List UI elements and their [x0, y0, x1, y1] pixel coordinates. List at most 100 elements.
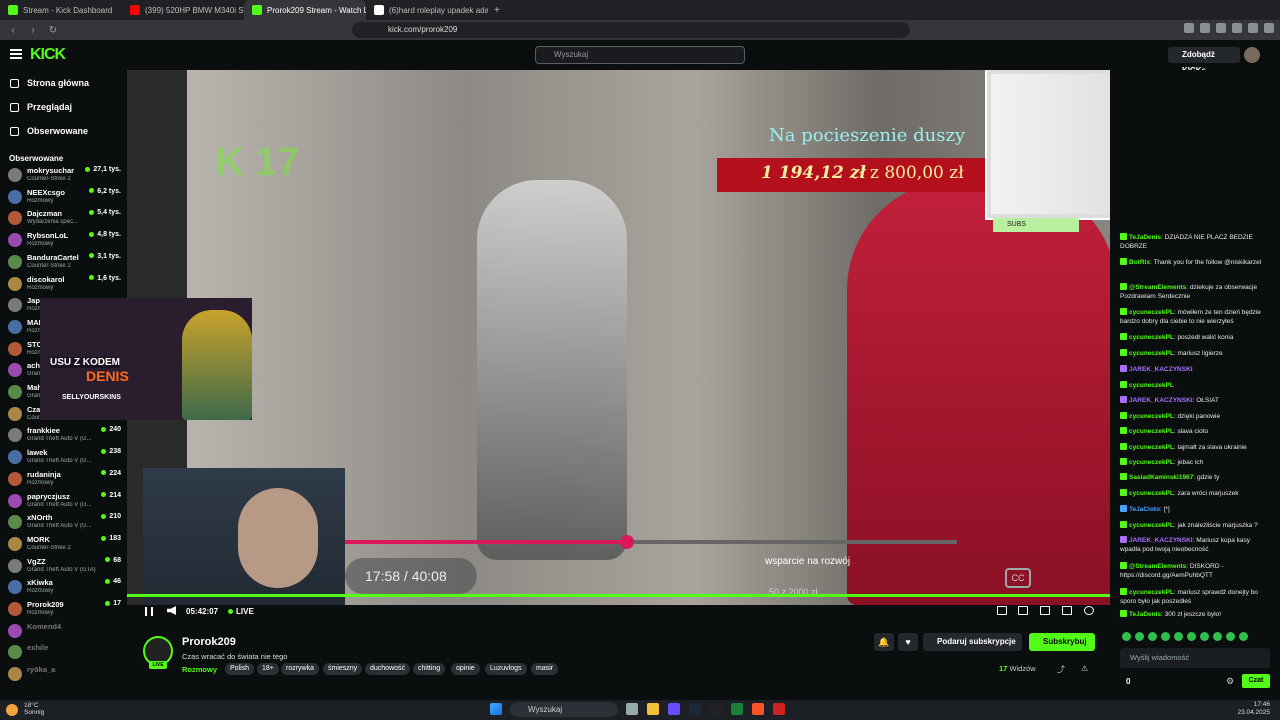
- emote-icon[interactable]: [1187, 632, 1196, 641]
- stream-tag[interactable]: śmieszny: [323, 663, 363, 675]
- stream-tag[interactable]: chitting: [413, 663, 446, 675]
- emote-icon[interactable]: [1213, 632, 1222, 641]
- emote-icon[interactable]: [1122, 632, 1131, 641]
- stream-tag[interactable]: opinie: [451, 663, 480, 675]
- chat-username[interactable]: cycuneczekPL: [1129, 522, 1174, 529]
- stream-tag[interactable]: Luzuvlogs: [485, 663, 527, 675]
- back-icon[interactable]: ‹: [6, 23, 20, 37]
- chat-settings-icon[interactable]: ⚙: [1226, 676, 1234, 687]
- follow-heart-icon[interactable]: ♥: [898, 633, 918, 651]
- chat-username[interactable]: SasiadKaminski1967: [1129, 474, 1193, 481]
- emote-icon[interactable]: [1174, 632, 1183, 641]
- stream-progress-bar[interactable]: [127, 594, 1110, 597]
- stream-tag[interactable]: Polish: [225, 663, 255, 675]
- kick-logo[interactable]: KICK: [30, 46, 66, 64]
- explorer-icon[interactable]: [647, 703, 659, 715]
- chat-username[interactable]: cycuneczekPL: [1129, 428, 1174, 435]
- sidebar-channel[interactable]: discokarol Rozmowy 1,6 tys.: [8, 274, 123, 296]
- stream-tag[interactable]: duchowość: [365, 663, 411, 675]
- taskbar-search[interactable]: Wyszukaj: [510, 702, 618, 717]
- gift-sub-button[interactable]: Podaruj subskrypcje: [923, 633, 1022, 651]
- new-tab-button[interactable]: +: [488, 5, 506, 16]
- stream-tag[interactable]: rozrywka: [281, 663, 320, 675]
- report-icon[interactable]: ⚠: [1081, 664, 1088, 673]
- emote-icon[interactable]: [1135, 632, 1144, 641]
- stream-tag[interactable]: 18+: [257, 663, 279, 675]
- chat-username[interactable]: JAREK_KACZYNSKI: [1129, 366, 1193, 373]
- chat-send-button[interactable]: Czat: [1242, 674, 1270, 688]
- brave-icon[interactable]: [752, 703, 764, 715]
- extension-icon[interactable]: [1200, 23, 1210, 33]
- get-kicks-button[interactable]: Zdobądź KICKs: [1168, 47, 1240, 75]
- chat-username[interactable]: cycuneczekPL: [1129, 459, 1174, 466]
- nav-home[interactable]: Strona główna: [10, 78, 89, 88]
- taskbar-clock[interactable]: 17:46 23.04.2025: [1237, 701, 1270, 717]
- emote-icon[interactable]: [1200, 632, 1209, 641]
- pip-icon[interactable]: [1040, 606, 1050, 615]
- fullscreen-icon[interactable]: [1062, 606, 1072, 615]
- stream-tag[interactable]: masir: [531, 663, 559, 675]
- chat-username[interactable]: cycuneczekPL: [1129, 334, 1174, 341]
- url-field[interactable]: kick.com/prorok209: [352, 22, 910, 38]
- app-icon[interactable]: [668, 703, 680, 715]
- pause-icon[interactable]: [145, 607, 153, 616]
- app-icon[interactable]: [731, 703, 743, 715]
- hamburger-menu-icon[interactable]: [10, 49, 22, 59]
- emote-icon[interactable]: [1239, 632, 1248, 641]
- menu-icon[interactable]: [1264, 23, 1274, 33]
- search-input[interactable]: Wyszukaj: [535, 46, 745, 64]
- nav-browse[interactable]: Przeglądaj: [10, 102, 72, 112]
- stream-category[interactable]: Rozmowy: [182, 665, 217, 674]
- chat-username[interactable]: BotRix: [1129, 259, 1150, 266]
- video-player[interactable]: K 17 Na pocieszenie duszy 1 194,12 zł z …: [127, 70, 1110, 605]
- sidebar-channel[interactable]: xNOrth Grand Theft Auto V (G... 210: [8, 512, 123, 534]
- sidebar-channel[interactable]: lawek Grand Theft Auto V (G... 238: [8, 447, 123, 469]
- nav-following[interactable]: Obserwowane: [10, 126, 88, 136]
- chat-username[interactable]: TeJaDenis: [1129, 234, 1161, 241]
- task-view-icon[interactable]: [626, 703, 638, 715]
- share-icon[interactable]: ⤴: [1057, 664, 1065, 675]
- sidebar-channel[interactable]: NEEXcsgo Rozmowy 6,2 tys.: [8, 187, 123, 209]
- extension-icon[interactable]: [1232, 23, 1242, 33]
- chat-username[interactable]: cycuneczekPL: [1129, 382, 1174, 389]
- browser-tab[interactable]: (6)hard roleplay upadek adasia #pa: [366, 0, 488, 20]
- browser-tab[interactable]: Stream - Kick Dashboard: [0, 0, 122, 20]
- sidebar-channel[interactable]: BanduraCartel Counter-Strike 2 3,1 tys.: [8, 252, 123, 274]
- sidebar-channel[interactable]: rudaninja Rozmowy 224: [8, 469, 123, 491]
- sidebar-channel[interactable]: exhile: [8, 642, 123, 664]
- volume-icon[interactable]: [167, 606, 176, 615]
- chat-username[interactable]: TeJaDenis: [1129, 611, 1161, 618]
- steam-icon[interactable]: [689, 703, 701, 715]
- sidebar-channel[interactable]: Komend4: [8, 621, 123, 643]
- sidebar-channel[interactable]: RybsonLoL Rozmowy 4,8 tys.: [8, 230, 123, 252]
- sidebar-channel[interactable]: mokrysuchar Counter-Strike 2 27,1 tys.: [8, 165, 123, 187]
- theater-icon[interactable]: [1018, 606, 1028, 615]
- chat-username[interactable]: cycuneczekPL: [1129, 589, 1174, 596]
- sidebar-channel[interactable]: Prorok209 Rozmowy 17: [8, 599, 123, 621]
- sidebar-channel[interactable]: MORK Counter-Strike 2 183: [8, 534, 123, 556]
- chat-username[interactable]: cycuneczekPL: [1129, 413, 1174, 420]
- weather-widget[interactable]: 18°C Sonnig: [24, 702, 44, 716]
- start-icon[interactable]: [490, 703, 502, 715]
- app-icon[interactable]: [773, 703, 785, 715]
- sidebar-channel[interactable]: xKiwka Rozmowy 46: [8, 577, 123, 599]
- subscribe-button[interactable]: Subskrybuj: [1029, 633, 1095, 651]
- chat-username[interactable]: @StreamElements: [1129, 284, 1186, 291]
- sidebar-channel[interactable]: Dajczman Wydarzenia spec... 5,4 tys.: [8, 208, 123, 230]
- chat-input[interactable]: Wyślij wiadomość: [1120, 648, 1270, 668]
- channel-name[interactable]: Prorok209: [182, 636, 236, 648]
- emote-icon[interactable]: [1226, 632, 1235, 641]
- sidebar-channel[interactable]: ryōka_a: [8, 664, 123, 686]
- chat-username[interactable]: cycuneczekPL: [1129, 309, 1174, 316]
- chat-username[interactable]: TeJaCioto: [1129, 506, 1160, 513]
- reload-icon[interactable]: ↻: [46, 23, 60, 37]
- sidebar-channel[interactable]: frankkiee Grand Theft Auto V (G... 240: [8, 425, 123, 447]
- extension-icon[interactable]: [1216, 23, 1226, 33]
- user-avatar[interactable]: [1244, 47, 1260, 63]
- chat-username[interactable]: @StreamElements: [1129, 563, 1186, 570]
- browser-tab[interactable]: (399) 520HP BMW M340i STAGE 2 //: [122, 0, 244, 20]
- app-icon[interactable]: [710, 703, 722, 715]
- chat-username[interactable]: cycuneczekPL: [1129, 490, 1174, 497]
- settings-icon[interactable]: [1084, 606, 1094, 615]
- chat-username[interactable]: JAREK_KACZYNSKI: [1129, 397, 1193, 404]
